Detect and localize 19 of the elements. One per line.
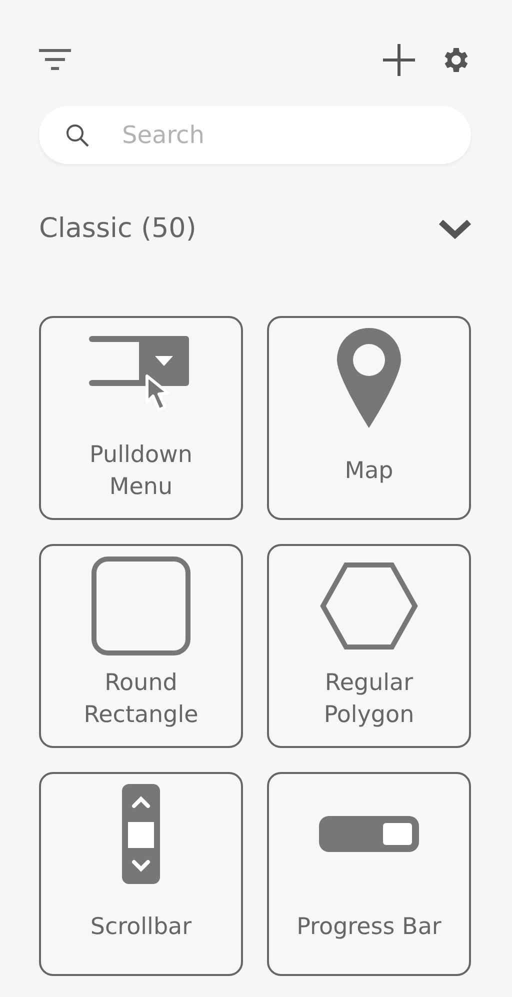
- scrollbar-icon: [122, 784, 160, 884]
- component-tile[interactable]: Pulldown Menu: [39, 316, 243, 520]
- component-tile[interactable]: Scrollbar: [39, 772, 243, 976]
- component-tile[interactable]: Progress Bar: [267, 772, 471, 976]
- component-tile[interactable]: Map: [267, 316, 471, 520]
- plus-icon: [383, 44, 415, 76]
- map-pin-icon: [337, 328, 401, 428]
- hexagon-icon: [319, 562, 419, 650]
- section-title: Classic (50): [39, 212, 196, 246]
- filter-button[interactable]: [39, 49, 71, 71]
- component-tile[interactable]: Round Rectangle: [39, 544, 243, 748]
- search-icon: [65, 123, 89, 147]
- component-tile[interactable]: Regular Polygon: [267, 544, 471, 748]
- rounded-square-icon: [91, 556, 191, 656]
- filter-icon: [39, 49, 71, 71]
- progress-bar-icon: [319, 816, 419, 852]
- add-button[interactable]: [383, 44, 415, 76]
- search-field[interactable]: Search: [39, 106, 471, 164]
- chevron-icon[interactable]: [439, 219, 471, 240]
